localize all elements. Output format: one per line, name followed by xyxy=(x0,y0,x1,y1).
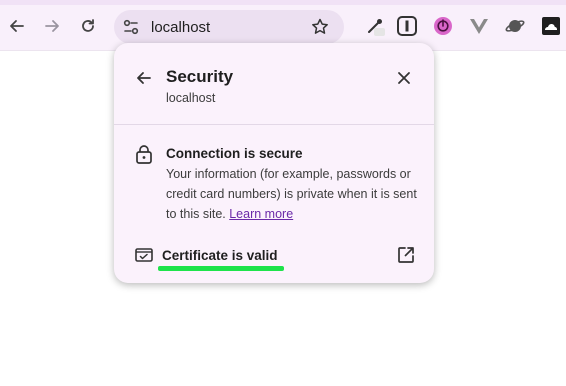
cloud-icon xyxy=(542,17,560,35)
security-title: Security xyxy=(166,67,234,86)
certificate-highlight xyxy=(158,266,284,271)
tune-icon xyxy=(123,19,139,35)
lock-icon xyxy=(135,144,153,164)
power-extension[interactable] xyxy=(433,16,453,36)
forward-button[interactable] xyxy=(41,15,63,37)
reload-button[interactable] xyxy=(77,15,99,37)
reload-icon xyxy=(82,19,94,32)
vue-devtools-icon xyxy=(470,19,488,34)
connection-title: Connection is secure xyxy=(166,146,303,161)
arrow-left-icon xyxy=(137,72,151,84)
eyedropper-extension[interactable] xyxy=(365,16,385,36)
security-back-button[interactable] xyxy=(134,68,154,88)
site-info-button[interactable] xyxy=(122,18,140,36)
cloud-extension[interactable] xyxy=(541,16,561,36)
planet-extension[interactable] xyxy=(505,16,525,36)
open-certificate-button[interactable] xyxy=(396,245,416,265)
power-icon xyxy=(434,17,452,35)
close-icon xyxy=(398,72,410,84)
security-divider xyxy=(114,124,434,125)
vue-devtools-extension[interactable] xyxy=(469,16,489,36)
connection-description: Your information (for example, passwords… xyxy=(166,164,422,224)
learn-more-link[interactable]: Learn more xyxy=(229,207,293,221)
certificate-icon xyxy=(134,246,154,264)
address-bar[interactable]: localhost xyxy=(114,10,344,44)
bookmark-button[interactable] xyxy=(310,17,330,37)
external-link-icon xyxy=(398,247,414,263)
certificate-valid-link[interactable]: Certificate is valid xyxy=(162,248,278,263)
arrow-right-icon xyxy=(45,20,59,32)
arrow-left-icon xyxy=(10,20,24,32)
instapaper-icon xyxy=(397,16,417,36)
security-popup: Security localhost Connection is secure … xyxy=(114,43,434,283)
planet-icon xyxy=(505,20,525,32)
address-text[interactable]: localhost xyxy=(151,19,210,36)
instapaper-extension[interactable] xyxy=(397,16,417,36)
star-icon xyxy=(312,18,328,34)
tab-strip xyxy=(0,0,566,5)
eyedropper-icon xyxy=(368,19,385,36)
security-subtitle: localhost xyxy=(166,91,216,105)
back-button[interactable] xyxy=(6,15,28,37)
security-close-button[interactable] xyxy=(394,68,414,88)
